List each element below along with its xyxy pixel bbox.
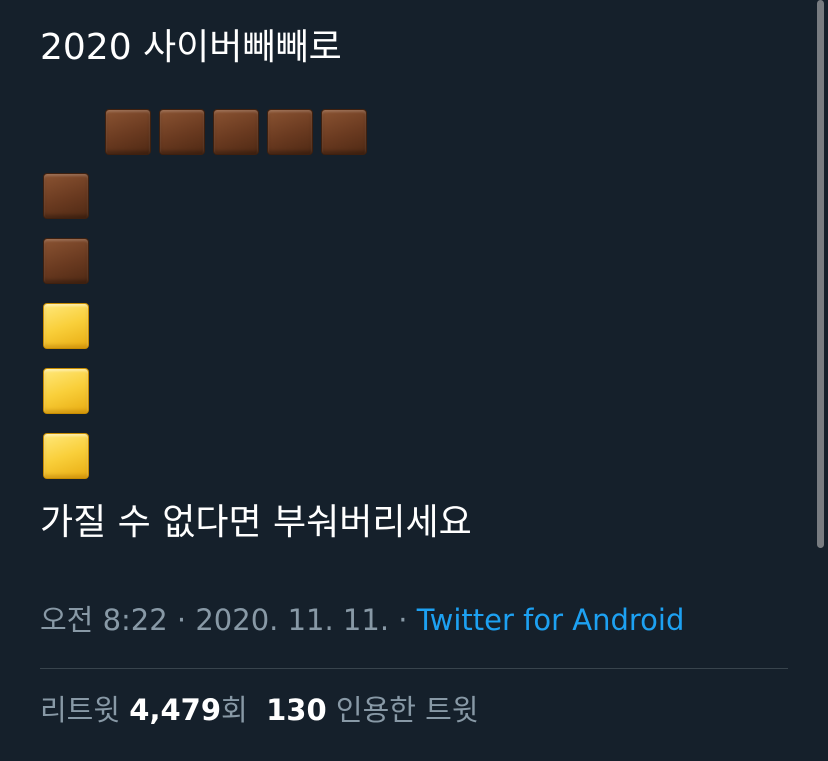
divider [40,668,788,669]
brown-square-emoji [43,238,89,284]
retweet-label: 리트윗 [40,693,130,727]
yellow-square-emoji [43,303,89,349]
yellow-square-emoji [43,433,89,479]
separator-dot: · [389,603,417,637]
tweet-date[interactable]: 2020. 11. 11. [195,603,389,637]
retweet-count: 4,479 [129,693,221,727]
tweet-metadata: 오전 8:22 · 2020. 11. 11. · Twitter for An… [40,606,684,635]
brown-square-emoji [213,109,259,155]
brown-square-emoji [267,109,313,155]
source-link[interactable]: Twitter for Android [417,603,685,637]
yellow-square-emoji [43,368,89,414]
tweet-text-line-2: 가질 수 없다면 부숴버리세요 [40,502,472,543]
scrollbar[interactable] [817,0,824,548]
quote-count: 130 [266,693,327,727]
brown-square-emoji [321,109,367,155]
brown-square-emoji [159,109,205,155]
retweet-unit: 회 [221,693,248,727]
tweet-stats: 리트윗 4,479회 130 인용한 트윗 [40,696,479,725]
quote-tweets-link[interactable]: 130 인용한 트윗 [266,693,478,727]
quote-label: 인용한 트윗 [326,693,479,727]
retweets-link[interactable]: 리트윗 4,479회 [40,693,248,727]
brown-square-emoji [43,173,89,219]
tweet-text-line-1: 2020 사이버빼빼로 [40,27,342,68]
brown-square-emoji [105,109,151,155]
separator-dot: · [167,603,196,637]
tweet-time[interactable]: 오전 8:22 [40,603,168,637]
